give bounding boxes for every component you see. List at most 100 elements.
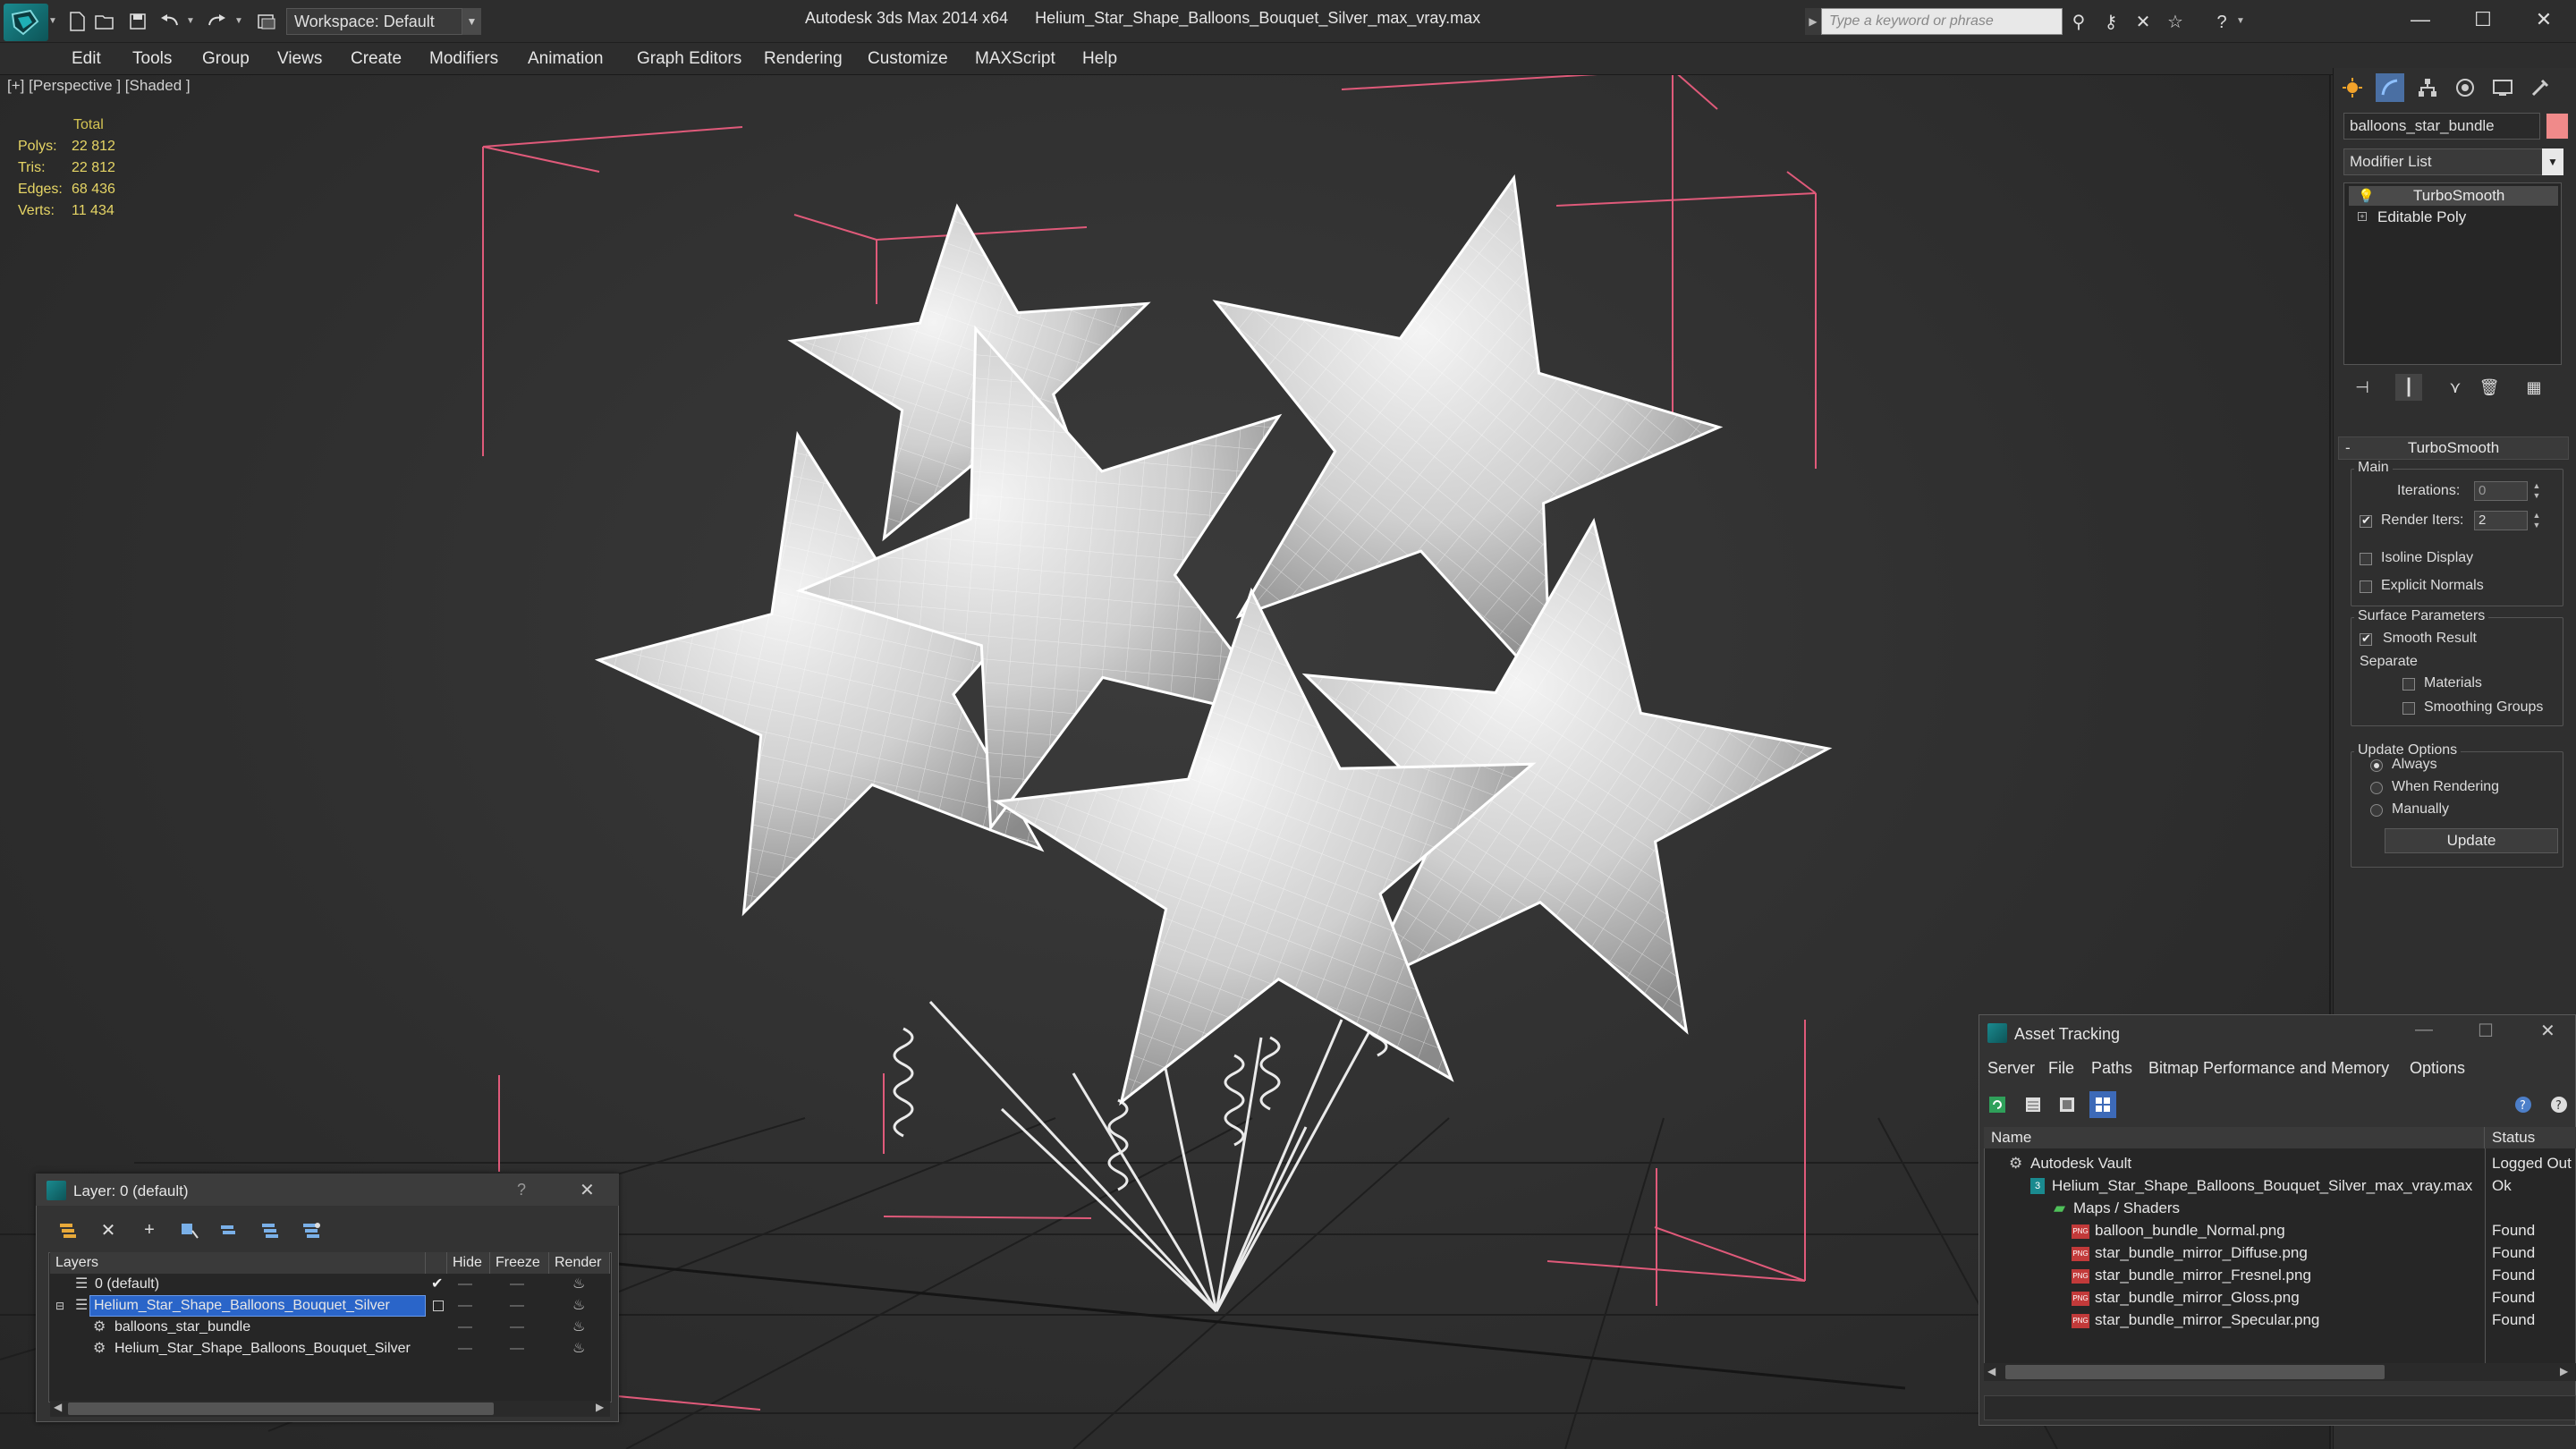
add-selection-to-layer-icon[interactable]	[216, 1216, 243, 1243]
scroll-right-icon[interactable]: ▶	[596, 1401, 604, 1413]
render-teapot-icon[interactable]: ♨	[572, 1295, 585, 1317]
save-file-icon[interactable]	[125, 9, 150, 34]
always-radio[interactable]	[2370, 759, 2383, 772]
workspace-select[interactable]: Workspace: Default	[286, 8, 481, 35]
isoline-display-checkbox[interactable]	[2360, 553, 2372, 565]
new-layer-icon[interactable]: +	[136, 1216, 163, 1243]
asset-name-column-header[interactable]: Name	[1984, 1127, 2485, 1148]
when-rendering-radio[interactable]	[2370, 782, 2383, 794]
help-dropdown-icon[interactable]: ▼	[2236, 16, 2245, 26]
configure-modifier-sets-icon[interactable]: ▦	[2521, 374, 2547, 401]
menu-tools[interactable]: Tools	[132, 43, 172, 75]
scroll-left-icon[interactable]: ◀	[54, 1401, 62, 1413]
layer-row[interactable]: ⚙ balloons_star_bundle — — ♨	[50, 1317, 610, 1338]
object-name-field[interactable]: balloons_star_bundle	[2343, 113, 2540, 140]
list-view-icon[interactable]	[2020, 1091, 2046, 1118]
display-tab-icon[interactable]	[2488, 73, 2517, 102]
undo-dropdown-icon[interactable]: ▼	[186, 16, 195, 26]
asset-row[interactable]: PNG balloon_bundle_Normal.png Found	[1989, 1219, 2571, 1241]
modifier-list-dropdown[interactable]: Modifier List	[2343, 148, 2562, 175]
freeze-toggle[interactable]: —	[510, 1338, 524, 1360]
maximize-window-icon[interactable]: ☐	[2451, 0, 2515, 39]
asset-row[interactable]: PNG star_bundle_mirror_Gloss.png Found	[1989, 1286, 2571, 1309]
search-input[interactable]: Type a keyword or phrase	[1821, 8, 2063, 35]
explicit-normals-checkbox[interactable]	[2360, 580, 2372, 593]
render-iters-checkbox[interactable]	[2360, 513, 2372, 528]
asset-scroll-left-icon[interactable]: ◀	[1987, 1365, 1996, 1377]
app-menu-dropdown-icon[interactable]: ▼	[48, 16, 57, 26]
stack-item-turbosmooth[interactable]: 💡 TurboSmooth	[2349, 186, 2558, 206]
redo-dropdown-icon[interactable]: ▼	[234, 16, 243, 26]
asset-row[interactable]: ▰ Maps / Shaders	[1989, 1197, 2571, 1219]
binoculars-icon[interactable]: ⚲	[2066, 11, 2091, 34]
modifier-list-arrow-icon[interactable]: ▼	[2542, 148, 2563, 175]
redo-icon[interactable]	[204, 9, 229, 34]
asset-scroll-right-icon[interactable]: ▶	[2560, 1365, 2568, 1377]
layer-dialog-help-icon[interactable]: ?	[517, 1181, 526, 1199]
asset-row[interactable]: PNG star_bundle_mirror_Fresnel.png Found	[1989, 1264, 2571, 1286]
freeze-toggle[interactable]: —	[510, 1295, 524, 1317]
smooth-result-checkbox[interactable]	[2360, 631, 2372, 646]
asset-menu-paths[interactable]: Paths	[2091, 1059, 2132, 1078]
layer-row[interactable]: ⚙ Helium_Star_Shape_Balloons_Bouquet_Sil…	[50, 1338, 610, 1360]
object-color-swatch[interactable]	[2546, 113, 2569, 140]
menu-views[interactable]: Views	[277, 43, 322, 75]
help-icon[interactable]: ?	[2209, 11, 2234, 34]
hide-toggle[interactable]: —	[458, 1295, 472, 1317]
show-end-result-icon[interactable]: ┃	[2395, 374, 2422, 401]
app-menu-button[interactable]	[4, 4, 48, 41]
layer-dialog-close-icon[interactable]: ✕	[580, 1179, 595, 1201]
menu-rendering[interactable]: Rendering	[764, 43, 843, 75]
expand-plus-icon[interactable]: +	[2358, 212, 2367, 221]
turbosmooth-rollout-header[interactable]: TurboSmooth	[2338, 436, 2569, 460]
undo-icon[interactable]	[157, 9, 182, 34]
layer-scrollbar-thumb[interactable]	[68, 1402, 494, 1415]
hide-unhide-all-layers-icon[interactable]	[299, 1216, 326, 1243]
hide-toggle[interactable]: —	[458, 1274, 472, 1295]
delete-layer-icon[interactable]: ✕	[95, 1216, 122, 1243]
communication-center-icon[interactable]: ✕	[2131, 11, 2156, 34]
hide-toggle[interactable]: —	[458, 1317, 472, 1338]
layer-manager-icon[interactable]	[55, 1216, 82, 1243]
hide-column-header[interactable]: Hide	[447, 1252, 490, 1274]
materials-checkbox[interactable]	[2402, 678, 2415, 691]
asset-help-contents-icon[interactable]: ?	[2546, 1091, 2572, 1118]
smoothing-groups-checkbox[interactable]	[2402, 702, 2415, 715]
menu-customize[interactable]: Customize	[868, 43, 948, 75]
hierarchy-tab-icon[interactable]	[2413, 73, 2442, 102]
menu-graph-editors[interactable]: Graph Editors	[637, 43, 741, 75]
menu-create[interactable]: Create	[351, 43, 402, 75]
current-layer-box-icon[interactable]	[433, 1301, 444, 1311]
select-objects-in-layer-icon[interactable]	[175, 1216, 202, 1243]
freeze-column-header[interactable]: Freeze	[490, 1252, 549, 1274]
asset-path-field[interactable]	[1984, 1395, 2576, 1420]
modify-tab-icon[interactable]	[2376, 73, 2404, 102]
lightbulb-icon[interactable]: 💡	[2358, 187, 2375, 207]
freeze-toggle[interactable]: —	[510, 1274, 524, 1295]
render-teapot-icon[interactable]: ♨	[572, 1317, 585, 1338]
create-tab-icon[interactable]	[2338, 73, 2367, 102]
manually-radio[interactable]	[2370, 804, 2383, 817]
iterations-spinner-arrows-icon[interactable]: ▲ ▼	[2529, 481, 2544, 501]
update-button[interactable]: Update	[2385, 828, 2558, 853]
rollout-collapse-icon[interactable]: -	[2345, 436, 2351, 460]
asset-row[interactable]: PNG star_bundle_mirror_Specular.png Foun…	[1989, 1309, 2571, 1331]
remove-modifier-icon[interactable]: 🗑	[2476, 374, 2503, 401]
layer-row[interactable]: ☰ 0 (default) ✔ — — ♨	[50, 1274, 610, 1295]
table-view-icon[interactable]	[2089, 1091, 2116, 1118]
current-layer-check-icon[interactable]: ✔	[431, 1274, 443, 1295]
asset-minimize-icon[interactable]: —	[2415, 1020, 2433, 1040]
asset-menu-server[interactable]: Server	[1987, 1059, 2035, 1078]
asset-row[interactable]: 3 Helium_Star_Shape_Balloons_Bouquet_Sil…	[1989, 1174, 2571, 1197]
iterations-spinner[interactable]: 0	[2474, 481, 2528, 501]
layers-column-header[interactable]: Layers	[50, 1252, 426, 1274]
thumbnail-view-icon[interactable]	[2054, 1091, 2080, 1118]
menu-edit[interactable]: Edit	[72, 43, 101, 75]
asset-help-icon[interactable]: ?	[2510, 1091, 2537, 1118]
stack-item-editable-poly[interactable]: + Editable Poly	[2349, 208, 2558, 227]
motion-tab-icon[interactable]	[2451, 73, 2479, 102]
new-file-icon[interactable]	[64, 9, 89, 34]
asset-status-column-header[interactable]: Status	[2485, 1127, 2576, 1148]
render-teapot-icon[interactable]: ♨	[572, 1274, 585, 1295]
project-folder-icon[interactable]	[254, 9, 279, 34]
